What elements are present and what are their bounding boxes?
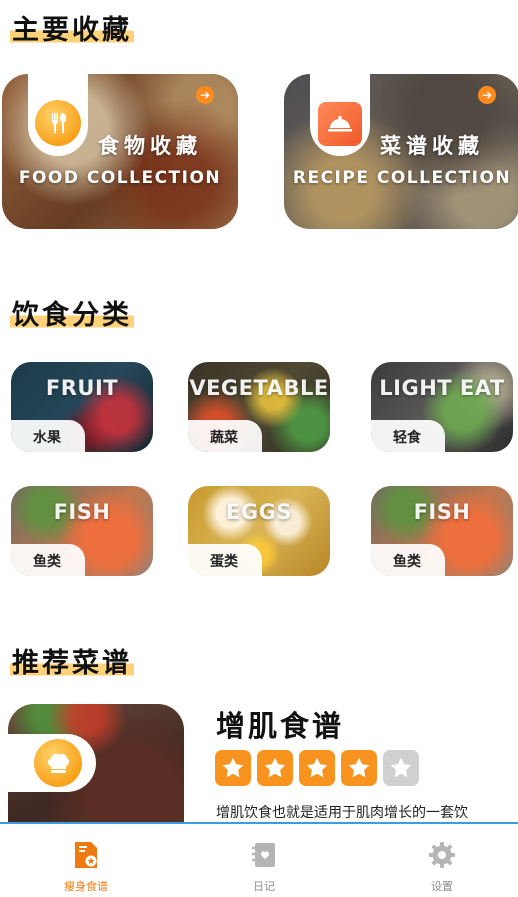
category-card-fish-2[interactable]: FISH 鱼类 [371, 486, 513, 576]
fork-spoon-icon [35, 100, 81, 146]
category-card-fish[interactable]: FISH 鱼类 [11, 486, 153, 576]
star-filled-icon [341, 750, 377, 786]
category-zh-label: 水果 [11, 420, 85, 452]
food-collection-card[interactable]: 食物收藏 FOOD COLLECTION ➔ [2, 74, 238, 229]
category-card-fruit[interactable]: FRUIT 水果 [11, 362, 153, 452]
arrow-right-icon: ➔ [196, 86, 214, 104]
tab-label: 日记 [253, 880, 275, 893]
recipe-collection-title: 菜谱收藏 [380, 134, 484, 158]
section-title-recommended-recipes: 推荐菜谱 [10, 641, 134, 680]
star-filled-icon [299, 750, 335, 786]
recipe-collection-card[interactable]: 菜谱收藏 RECIPE COLLECTION ➔ [284, 74, 518, 229]
serving-dish-icon [318, 102, 362, 146]
tab-slim-recipes[interactable]: 瘦身食谱 [26, 840, 146, 894]
category-zh-label: 蛋类 [188, 544, 262, 576]
food-collection-title: 食物收藏 [98, 134, 202, 158]
tab-label: 设置 [431, 880, 453, 893]
tab-settings[interactable]: 设置 [382, 840, 502, 894]
arrow-right-icon: ➔ [478, 86, 496, 104]
recipe-image[interactable] [8, 704, 184, 834]
category-en-label: FISH [53, 500, 111, 524]
category-en-label: VEGETABLE [189, 376, 329, 400]
recipe-description: 增肌饮食也就是适用于肌肉增长的一套饮 [216, 805, 468, 821]
star-filled-icon [215, 750, 251, 786]
gear-icon [382, 840, 502, 870]
tab-diary[interactable]: 日记 [204, 840, 324, 894]
category-zh-label: 蔬菜 [188, 420, 262, 452]
food-collection-subtitle: FOOD COLLECTION [18, 168, 222, 188]
category-en-label: FRUIT [45, 376, 119, 400]
category-zh-label: 轻食 [371, 420, 445, 452]
category-card-vegetable[interactable]: VEGETABLE 蔬菜 [188, 362, 330, 452]
chef-hat-icon [34, 739, 82, 787]
section-title-diet-categories: 饮食分类 [10, 293, 134, 332]
recipe-collection-subtitle: RECIPE COLLECTION [292, 168, 512, 188]
category-zh-label: 鱼类 [11, 544, 85, 576]
category-en-label: EGGS [226, 500, 292, 524]
star-empty-icon [383, 750, 419, 786]
rating-stars [215, 750, 419, 786]
tab-bar: 瘦身食谱 日记 设置 [0, 822, 518, 897]
category-card-eggs[interactable]: EGGS 蛋类 [188, 486, 330, 576]
recipe-title[interactable]: 增肌食谱 [216, 703, 344, 745]
category-zh-label: 鱼类 [371, 544, 445, 576]
diary-icon [204, 840, 324, 870]
category-card-light-eat[interactable]: LIGHT EAT 轻食 [371, 362, 513, 452]
category-en-label: LIGHT EAT [379, 376, 505, 400]
category-en-label: FISH [413, 500, 471, 524]
tab-label: 瘦身食谱 [64, 880, 108, 893]
star-filled-icon [257, 750, 293, 786]
recipe-book-icon [26, 840, 146, 870]
section-title-main-collections: 主要收藏 [10, 8, 134, 47]
